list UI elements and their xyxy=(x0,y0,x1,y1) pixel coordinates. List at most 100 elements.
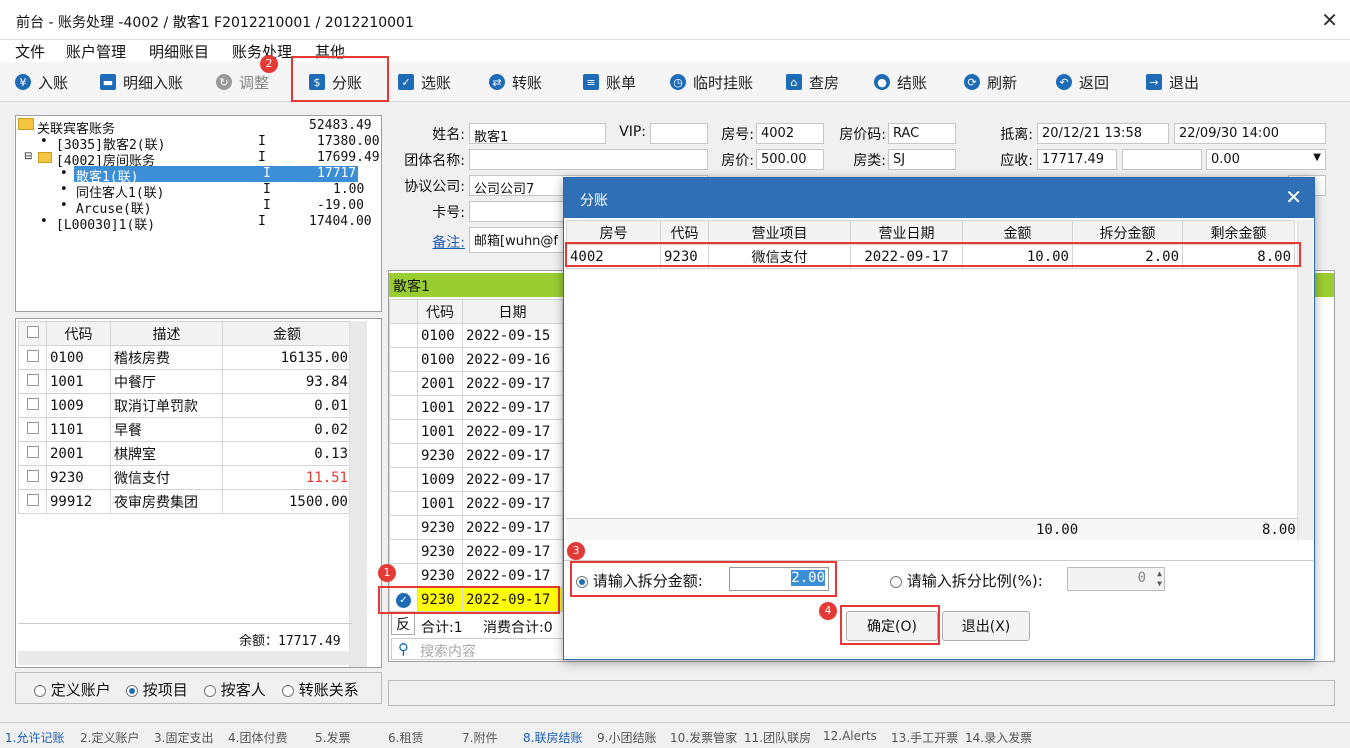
menu-account-manage[interactable]: 账户管理 xyxy=(66,41,126,62)
rate-code-field[interactable]: RAC xyxy=(888,123,956,144)
header-amount[interactable]: 金额 xyxy=(222,321,352,346)
price-field[interactable]: 500.00 xyxy=(756,149,824,170)
split-ratio-input[interactable]: 0 ▲ ▼ xyxy=(1067,567,1165,591)
mode-transfer[interactable]: 转账关系 xyxy=(282,679,359,700)
collapse-icon[interactable]: ⊟ xyxy=(24,151,32,162)
tab-enter-invoice[interactable]: 14.录入发票 xyxy=(965,729,1032,746)
header-code[interactable]: 代码 xyxy=(417,299,463,324)
header-desc[interactable]: 描述 xyxy=(110,321,223,346)
refresh-button[interactable]: ⟳ 刷新 xyxy=(964,67,1017,97)
spinner-icon[interactable]: ▲ ▼ xyxy=(1157,569,1162,589)
summary-scrollbar[interactable] xyxy=(349,321,367,667)
table-row[interactable]: 2001 2022-09-17 xyxy=(389,371,563,396)
tab-allow-posting[interactable]: 1.允许记账 xyxy=(5,729,64,746)
name-field[interactable]: 散客1 xyxy=(469,123,606,144)
row-checkbox[interactable] xyxy=(26,397,39,410)
bill-button[interactable]: ≡ 账单 xyxy=(583,67,636,97)
tab-invoice[interactable]: 5.发票 xyxy=(315,729,350,746)
tab-invoice-manager[interactable]: 10.发票管家 xyxy=(670,729,737,746)
close-icon[interactable]: ✕ xyxy=(1321,8,1338,32)
back-button[interactable]: ↶ 返回 xyxy=(1056,67,1109,97)
split-amount-input[interactable]: 2.00 xyxy=(729,567,829,591)
detail-post-button[interactable]: ▬ 明细入账 xyxy=(100,67,183,97)
depart-field[interactable]: 22/09/30 14:00 xyxy=(1174,123,1326,144)
tab-joint-checkout[interactable]: 8.联房结账 xyxy=(523,729,582,746)
checkout-button[interactable]: ● 结账 xyxy=(874,67,927,97)
table-row[interactable]: 1001 中餐厅 93.84 xyxy=(18,369,352,394)
check-icon[interactable]: ✓ xyxy=(396,593,411,608)
post-button[interactable]: ¥ 入账 xyxy=(15,67,68,97)
mode-by-item[interactable]: 按项目 xyxy=(126,679,188,700)
step-badge-3: 3 xyxy=(567,542,585,560)
split-button[interactable]: $ 分账 xyxy=(309,67,362,97)
tab-attachment[interactable]: 7.附件 xyxy=(462,729,497,746)
table-row[interactable]: 1009 2022-09-17 xyxy=(389,467,563,492)
split-ratio-option[interactable]: 请输入拆分比例(%): xyxy=(890,570,1043,591)
row-checkbox[interactable] xyxy=(26,421,39,434)
header-date[interactable]: 日期 xyxy=(462,299,563,324)
room-field[interactable]: 4002 xyxy=(756,123,824,144)
split-row[interactable]: 4002 9230 微信支付 2022-09-17 10.00 2.00 8.0… xyxy=(566,244,1295,269)
receivable-field-2[interactable] xyxy=(1122,149,1202,170)
row-checkbox[interactable] xyxy=(26,373,39,386)
table-row[interactable]: 9230 2022-09-17 xyxy=(389,515,563,540)
confirm-button[interactable]: 确定(O) xyxy=(846,611,938,641)
table-row[interactable]: 0100 稽核房费 16135.00 xyxy=(18,345,352,370)
exit-button[interactable]: → 退出 xyxy=(1146,67,1199,97)
menu-detail-items[interactable]: 明细账目 xyxy=(149,41,209,62)
tab-team-joint-room[interactable]: 11.团队联房 xyxy=(744,729,811,746)
table-row[interactable]: 9230 2022-09-17 xyxy=(389,563,563,588)
table-row[interactable]: 9230 微信支付 11.51 xyxy=(18,465,352,490)
vip-field[interactable] xyxy=(650,123,708,144)
step-badge-1: 1 xyxy=(378,564,396,582)
row-checkbox[interactable] xyxy=(26,469,39,482)
mode-define-account[interactable]: 定义账户 xyxy=(34,679,111,700)
dialog-scrollbar[interactable] xyxy=(1297,220,1313,540)
table-row[interactable]: 1009 取消订单罚款 0.01 xyxy=(18,393,352,418)
row-checkbox[interactable] xyxy=(26,349,39,362)
close-icon[interactable]: ✕ xyxy=(1285,185,1302,209)
tree-item-label[interactable]: [L00030]1(联) xyxy=(56,214,155,233)
search-input[interactable]: ⚲ 搜索内容 xyxy=(391,638,571,660)
split-amount-option[interactable]: 请输入拆分金额: xyxy=(576,570,703,591)
tab-group-pay[interactable]: 4.团体付费 xyxy=(228,729,287,746)
table-row[interactable]: 1001 2022-09-17 xyxy=(389,491,563,516)
note-link[interactable]: 备注: xyxy=(388,232,465,252)
check-room-button[interactable]: ⌂ 查房 xyxy=(786,67,839,97)
tab-fixed-expense[interactable]: 3.固定支出 xyxy=(154,729,213,746)
select-all-checkbox[interactable] xyxy=(18,321,47,346)
temp-hang-button[interactable]: ◷ 临时挂账 xyxy=(670,67,753,97)
discount-select[interactable]: 0.00 ▼ xyxy=(1206,149,1326,170)
tab-small-group-checkout[interactable]: 9.小团结账 xyxy=(597,729,656,746)
table-row[interactable]: 1001 2022-09-17 xyxy=(389,395,563,420)
horizontal-scrollbar[interactable] xyxy=(18,651,352,665)
tab-lease[interactable]: 6.租赁 xyxy=(388,729,423,746)
adjust-button[interactable]: ↻ 调整 xyxy=(216,67,269,97)
table-row[interactable]: 2001 棋牌室 0.13 xyxy=(18,441,352,466)
group-field[interactable] xyxy=(469,149,708,170)
menu-other[interactable]: 其他 xyxy=(315,41,345,62)
table-row-selected[interactable]: ✓ 9230 2022-09-17 xyxy=(389,587,563,612)
table-row[interactable]: 1101 早餐 0.02 xyxy=(18,417,352,442)
table-row[interactable]: 9230 2022-09-17 xyxy=(389,443,563,468)
tab-manual-invoice[interactable]: 13.手工开票 xyxy=(891,729,958,746)
arrive-field[interactable]: 20/12/21 13:58 xyxy=(1037,123,1169,144)
receivable-field[interactable]: 17717.49 xyxy=(1037,149,1117,170)
cancel-button[interactable]: 退出(X) xyxy=(942,611,1030,641)
menu-file[interactable]: 文件 xyxy=(15,41,45,62)
tab-define-account[interactable]: 2.定义账户 xyxy=(80,729,139,746)
row-checkbox[interactable] xyxy=(26,445,39,458)
table-row[interactable]: 1001 2022-09-17 xyxy=(389,419,563,444)
room-type-field[interactable]: SJ xyxy=(888,149,956,170)
transfer-button[interactable]: ⇄ 转账 xyxy=(489,67,542,97)
header-code[interactable]: 代码 xyxy=(46,321,111,346)
row-checkbox[interactable] xyxy=(26,493,39,506)
tab-alerts[interactable]: 12.Alerts xyxy=(823,729,877,743)
table-row[interactable]: 0100 2022-09-16 xyxy=(389,347,563,372)
table-row[interactable]: 99912 夜审房费集团 1500.00 xyxy=(18,489,352,514)
mode-by-guest[interactable]: 按客人 xyxy=(204,679,266,700)
table-row[interactable]: 9230 2022-09-17 xyxy=(389,539,563,564)
table-row[interactable]: 0100 2022-09-15 xyxy=(389,323,563,348)
select-button[interactable]: ✓ 选账 xyxy=(398,67,451,97)
reverse-button[interactable]: 反 xyxy=(391,613,415,635)
